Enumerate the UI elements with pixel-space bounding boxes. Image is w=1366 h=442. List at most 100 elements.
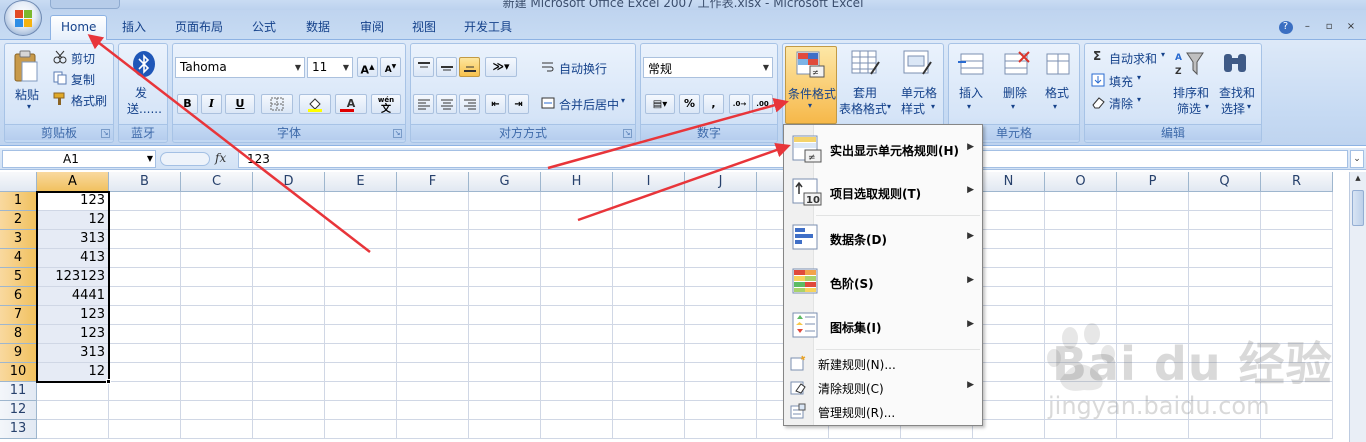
cell-G3[interactable] xyxy=(469,230,541,249)
menu-item-manage-rules[interactable]: 管理规则(R)... xyxy=(784,400,982,422)
cell-N2[interactable] xyxy=(973,211,1045,230)
copy-button[interactable]: 复制 xyxy=(71,71,95,88)
align-center-button[interactable] xyxy=(436,94,457,114)
cell-F8[interactable] xyxy=(397,325,469,344)
cell-B1[interactable] xyxy=(109,192,181,211)
align-middle-button[interactable] xyxy=(436,57,457,77)
restore-icon[interactable]: ▫ xyxy=(1322,21,1336,34)
align-bottom-button[interactable] xyxy=(459,57,480,77)
menu-item-icon-sets[interactable]: 图标集(I) ▶ xyxy=(784,306,982,346)
increase-decimal-button[interactable]: .0→ xyxy=(729,94,750,114)
tab-formulas[interactable]: 公式 xyxy=(252,18,276,35)
cell-I12[interactable] xyxy=(613,401,685,420)
cell-E3[interactable] xyxy=(325,230,397,249)
cell-D9[interactable] xyxy=(253,344,325,363)
row-header-9[interactable]: 9 xyxy=(0,344,37,363)
number-format-select[interactable]: 常规 ▼ xyxy=(643,57,773,78)
tab-review[interactable]: 审阅 xyxy=(360,18,384,35)
cell-I4[interactable] xyxy=(613,249,685,268)
column-header-G[interactable]: G xyxy=(469,172,541,192)
cut-button[interactable]: 剪切 xyxy=(71,50,95,67)
close-icon[interactable]: × xyxy=(1344,21,1358,34)
cell-F3[interactable] xyxy=(397,230,469,249)
row-header-4[interactable]: 4 xyxy=(0,249,37,268)
cell-C12[interactable] xyxy=(181,401,253,420)
cell-D12[interactable] xyxy=(253,401,325,420)
cell-A13[interactable] xyxy=(37,420,109,439)
cell-N8[interactable] xyxy=(973,325,1045,344)
row-header-10[interactable]: 10 xyxy=(0,363,37,382)
cell-N10[interactable] xyxy=(973,363,1045,382)
minimize-icon[interactable]: – xyxy=(1300,21,1314,34)
cell-J10[interactable] xyxy=(685,363,757,382)
cell-B4[interactable] xyxy=(109,249,181,268)
cell-B6[interactable] xyxy=(109,287,181,306)
column-header-O[interactable]: O xyxy=(1045,172,1117,192)
cell-N7[interactable] xyxy=(973,306,1045,325)
cell-H3[interactable] xyxy=(541,230,613,249)
cell-D3[interactable] xyxy=(253,230,325,249)
cell-E10[interactable] xyxy=(325,363,397,382)
cell-Q2[interactable] xyxy=(1189,211,1261,230)
cell-H4[interactable] xyxy=(541,249,613,268)
menu-item-highlight-rules[interactable]: ≠ 实出显示单元格规则(H) ▶ xyxy=(784,129,982,169)
fill-color-button[interactable] xyxy=(299,94,331,114)
cell-E7[interactable] xyxy=(325,306,397,325)
column-header-N[interactable]: N xyxy=(973,172,1045,192)
cell-R3[interactable] xyxy=(1261,230,1333,249)
menu-item-color-scales[interactable]: 色阶(S) ▶ xyxy=(784,262,982,302)
cell-J9[interactable] xyxy=(685,344,757,363)
cell-F4[interactable] xyxy=(397,249,469,268)
comma-button[interactable]: , xyxy=(703,94,724,114)
clear-button[interactable]: 清除 xyxy=(1109,95,1133,112)
cell-J6[interactable] xyxy=(685,287,757,306)
cell-P3[interactable] xyxy=(1117,230,1189,249)
menu-item-top-bottom-rules[interactable]: 10 项目选取规则(T) ▶ xyxy=(784,172,982,212)
cell-I13[interactable] xyxy=(613,420,685,439)
italic-button[interactable]: I xyxy=(201,94,222,114)
cell-E12[interactable] xyxy=(325,401,397,420)
row-header-3[interactable]: 3 xyxy=(0,230,37,249)
cell-P4[interactable] xyxy=(1117,249,1189,268)
cell-I10[interactable] xyxy=(613,363,685,382)
column-header-B[interactable]: B xyxy=(109,172,181,192)
cell-J11[interactable] xyxy=(685,382,757,401)
formula-bar-splitter[interactable] xyxy=(160,152,210,166)
cell-E4[interactable] xyxy=(325,249,397,268)
cell-A12[interactable] xyxy=(37,401,109,420)
cell-G12[interactable] xyxy=(469,401,541,420)
row-header-8[interactable]: 8 xyxy=(0,325,37,344)
cell-G9[interactable] xyxy=(469,344,541,363)
cell-F10[interactable] xyxy=(397,363,469,382)
cell-G11[interactable] xyxy=(469,382,541,401)
name-box[interactable]: A1 ▼ xyxy=(2,150,156,168)
row-header-13[interactable]: 13 xyxy=(0,420,37,439)
cell-F11[interactable] xyxy=(397,382,469,401)
row-header-2[interactable]: 2 xyxy=(0,211,37,230)
row-header-11[interactable]: 11 xyxy=(0,382,37,401)
cell-H6[interactable] xyxy=(541,287,613,306)
cell-E2[interactable] xyxy=(325,211,397,230)
cell-E6[interactable] xyxy=(325,287,397,306)
format-painter-button[interactable]: 格式刷 xyxy=(71,92,107,109)
cell-C4[interactable] xyxy=(181,249,253,268)
align-top-button[interactable] xyxy=(413,57,434,77)
cell-F13[interactable] xyxy=(397,420,469,439)
cell-I8[interactable] xyxy=(613,325,685,344)
cell-H1[interactable] xyxy=(541,192,613,211)
column-header-A[interactable]: A xyxy=(37,172,109,192)
autosum-button[interactable]: 自动求和 xyxy=(1109,50,1157,67)
menu-item-clear-rules[interactable]: 清除规则(C) ▶ xyxy=(784,376,982,398)
cell-A9[interactable]: 313 xyxy=(37,344,109,363)
paste-icon[interactable] xyxy=(13,50,39,84)
cell-B12[interactable] xyxy=(109,401,181,420)
cell-H5[interactable] xyxy=(541,268,613,287)
decrease-decimal-button[interactable]: .00 xyxy=(752,94,773,114)
font-name-select[interactable]: Tahoma ▼ xyxy=(175,57,305,78)
cell-E5[interactable] xyxy=(325,268,397,287)
cell-J7[interactable] xyxy=(685,306,757,325)
cell-A5[interactable]: 123123 xyxy=(37,268,109,287)
cell-N12[interactable] xyxy=(973,401,1045,420)
cell-N11[interactable] xyxy=(973,382,1045,401)
cell-F7[interactable] xyxy=(397,306,469,325)
